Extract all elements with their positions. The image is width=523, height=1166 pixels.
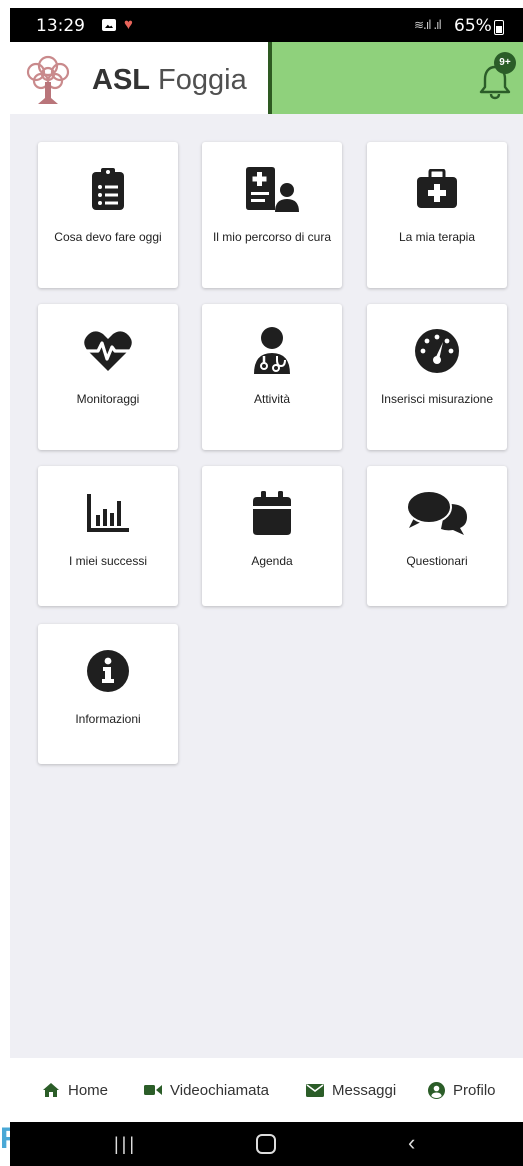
info-circle-icon: [87, 650, 129, 692]
nav-videochiamata-label: Videochiamata: [170, 1081, 269, 1099]
nav-videochiamata[interactable]: Videochiamata: [144, 1080, 269, 1100]
nav-messaggi-label: Messaggi: [332, 1081, 397, 1099]
medical-record-user-icon: [246, 167, 299, 212]
tile-label: Questionari: [406, 554, 468, 568]
notification-badge: 9+: [494, 52, 516, 74]
tile-inserisci-misurazione[interactable]: Inserisci misurazione: [367, 304, 507, 450]
nav-home[interactable]: Home: [42, 1080, 108, 1100]
chat-bubbles-icon: [406, 490, 467, 535]
tree-logo-icon: [26, 55, 70, 104]
home-system-button[interactable]: [256, 1134, 276, 1154]
phone-screen: 13:29 ♥ ≋.ıl .ıl 65% ASL Foggia 9+ Cosa …: [10, 8, 523, 1166]
nav-profilo-label: Profilo: [453, 1081, 496, 1099]
tile-label: Inserisci misurazione: [380, 392, 494, 406]
nav-profilo[interactable]: Profilo: [428, 1080, 496, 1100]
status-bar: 13:29 ♥ ≋.ıl .ıl 65%: [10, 8, 523, 42]
tile-label: Il mio percorso di cura: [212, 230, 332, 244]
nav-home-label: Home: [68, 1081, 109, 1099]
recent-apps-button[interactable]: |||: [114, 1134, 137, 1155]
heart-notification-icon: ♥: [124, 16, 133, 33]
tile-monitoraggi[interactable]: Monitoraggi: [38, 304, 178, 450]
user-circle-icon: [428, 1081, 445, 1099]
bottom-navigation: Home Videochiamata Messaggi Profilo: [10, 1058, 523, 1122]
brand-rest: Foggia: [150, 64, 247, 96]
app-header: ASL Foggia 9+: [10, 42, 523, 114]
tile-label: La mia terapia: [398, 230, 476, 244]
gallery-notification-icon: [102, 19, 116, 31]
app-brand: ASL Foggia: [92, 64, 247, 97]
status-time: 13:29: [36, 16, 85, 36]
tile-label: Attività: [253, 392, 290, 406]
tile-il-mio-percorso-di-cura[interactable]: Il mio percorso di cura: [202, 142, 342, 288]
home-icon: [43, 1083, 59, 1097]
tile-label: I miei successi: [68, 554, 148, 568]
heartbeat-icon: [84, 331, 132, 371]
first-aid-kit-icon: [417, 169, 457, 208]
tile-cosa-devo-fare-oggi[interactable]: Cosa devo fare oggi: [38, 142, 178, 288]
tile-attivita[interactable]: Attività: [202, 304, 342, 450]
battery-percent: 65%: [454, 16, 492, 36]
nav-messaggi[interactable]: Messaggi: [306, 1080, 396, 1100]
tile-label: Monitoraggi: [76, 392, 140, 406]
gauge-icon: [415, 329, 459, 373]
brand-bold: ASL: [92, 64, 150, 96]
battery-icon: [494, 20, 504, 35]
tile-label: Agenda: [251, 554, 293, 568]
doctor-icon: [254, 327, 290, 374]
tile-label: Cosa devo fare oggi: [54, 230, 162, 244]
tile-questionari[interactable]: Questionari: [367, 466, 507, 606]
envelope-icon: [306, 1083, 324, 1097]
video-camera-icon: [144, 1085, 162, 1095]
back-button[interactable]: ‹: [408, 1130, 415, 1156]
bar-chart-icon: [87, 494, 129, 532]
tile-agenda[interactable]: Agenda: [202, 466, 342, 606]
tile-la-mia-terapia[interactable]: La mia terapia: [367, 142, 507, 288]
tile-label: Informazioni: [75, 712, 141, 726]
calendar-icon: [253, 491, 291, 535]
tile-informazioni[interactable]: Informazioni: [38, 624, 178, 764]
signal-icon: ≋.ıl .ıl: [414, 18, 442, 32]
tile-i-miei-successi[interactable]: I miei successi: [38, 466, 178, 606]
clipboard-list-icon: [92, 168, 124, 210]
system-navigation-bar: ||| ‹: [10, 1122, 523, 1166]
